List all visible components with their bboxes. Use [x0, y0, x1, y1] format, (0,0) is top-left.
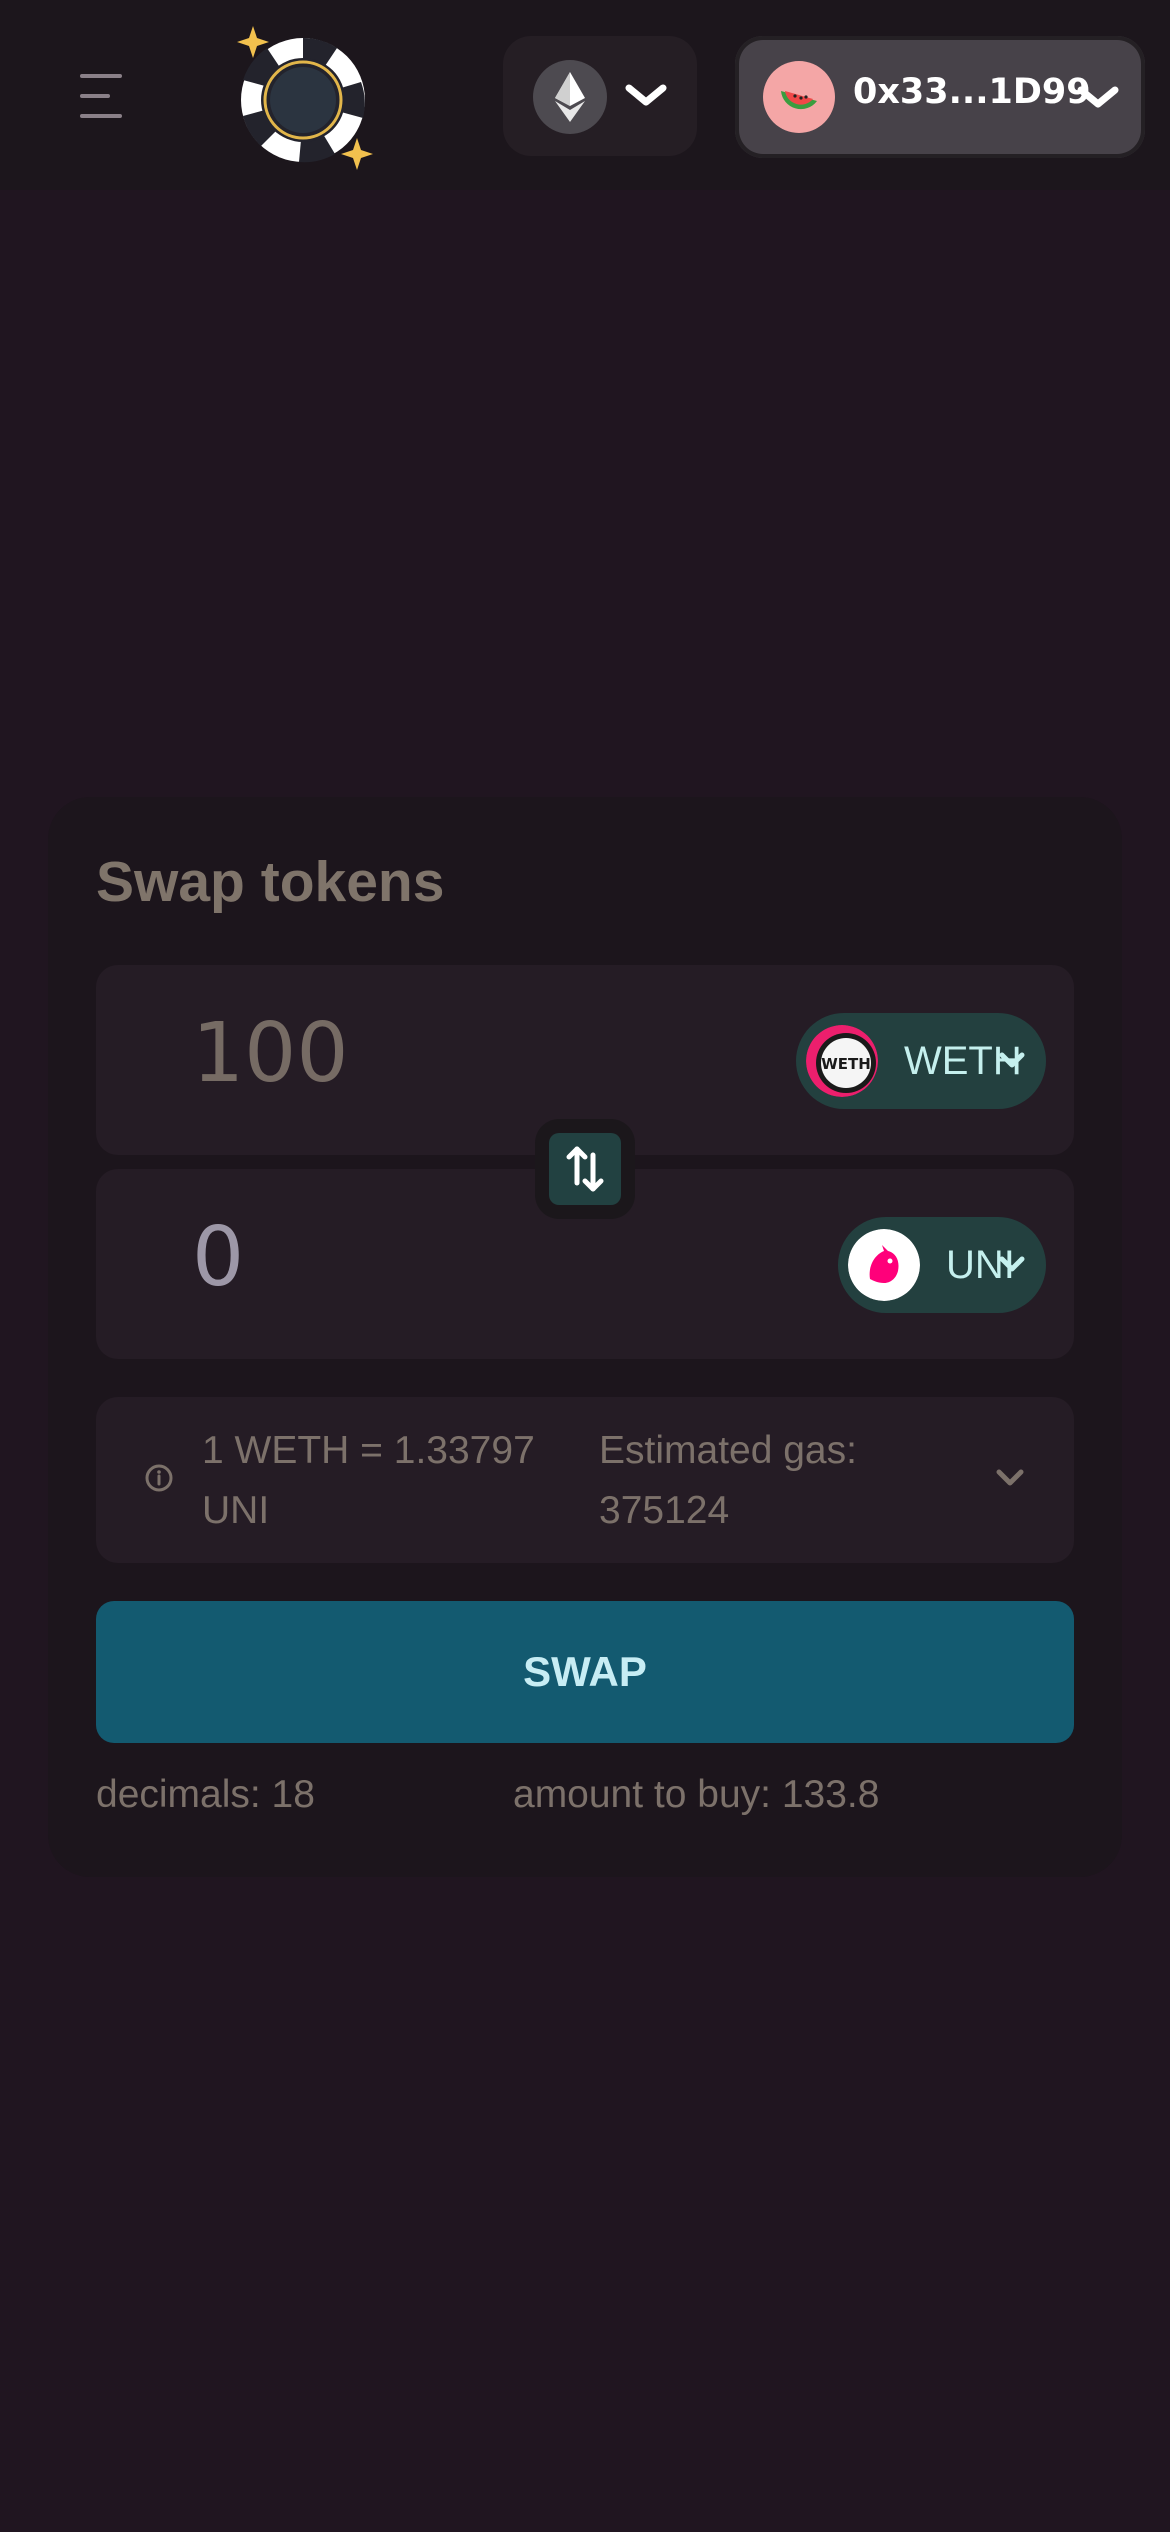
swap-arrows-icon: [549, 1133, 621, 1205]
swap-button[interactable]: SWAP: [96, 1601, 1074, 1743]
amount-to-buy-label: amount to buy: 133.8: [513, 1773, 880, 1816]
poker-chip-logo[interactable]: [225, 22, 385, 172]
decimals-label: decimals: 18: [96, 1773, 315, 1816]
switch-tokens-button[interactable]: [535, 1119, 635, 1219]
menu-icon-line: [80, 94, 110, 98]
weth-token-icon: WETH: [806, 1025, 878, 1097]
menu-icon-line: [80, 74, 122, 78]
exchange-rate: 1 WETH = 1.33797 UNI: [202, 1429, 535, 1532]
page-title: Swap tokens: [96, 850, 445, 914]
network-selector[interactable]: [503, 36, 697, 156]
ethereum-icon: [533, 60, 607, 134]
watermelon-icon: [763, 61, 835, 133]
wallet-account-button[interactable]: 0x33...1D99: [735, 36, 1145, 158]
wallet-address: 0x33...1D99: [853, 72, 1091, 112]
chevron-down-icon: [999, 1256, 1025, 1272]
top-app-bar: 0x33...1D99: [0, 0, 1170, 190]
uniswap-unicorn-icon: [848, 1229, 920, 1301]
estimated-gas: Estimated gas: 375124: [599, 1429, 857, 1532]
sell-amount-input[interactable]: 100: [192, 1013, 349, 1095]
buy-amount-input[interactable]: 0: [192, 1217, 244, 1299]
chevron-down-icon: [625, 84, 667, 106]
buy-token-selector[interactable]: UNI: [838, 1217, 1046, 1313]
info-icon: [145, 1464, 173, 1492]
chevron-down-icon[interactable]: [994, 1467, 1026, 1489]
weth-logo-text: WETH: [821, 1055, 871, 1073]
swap-card: Swap tokens 100 WETH WETH 0 UNI 1 WETH =…: [48, 797, 1122, 1877]
chevron-down-icon: [1077, 86, 1119, 108]
chevron-down-icon: [999, 1052, 1025, 1068]
rate-details-panel[interactable]: 1 WETH = 1.33797 UNI Estimated gas: 3751…: [96, 1397, 1074, 1563]
menu-button[interactable]: [78, 74, 128, 120]
sell-token-selector[interactable]: WETH WETH: [796, 1013, 1046, 1109]
menu-icon-line: [80, 114, 122, 118]
